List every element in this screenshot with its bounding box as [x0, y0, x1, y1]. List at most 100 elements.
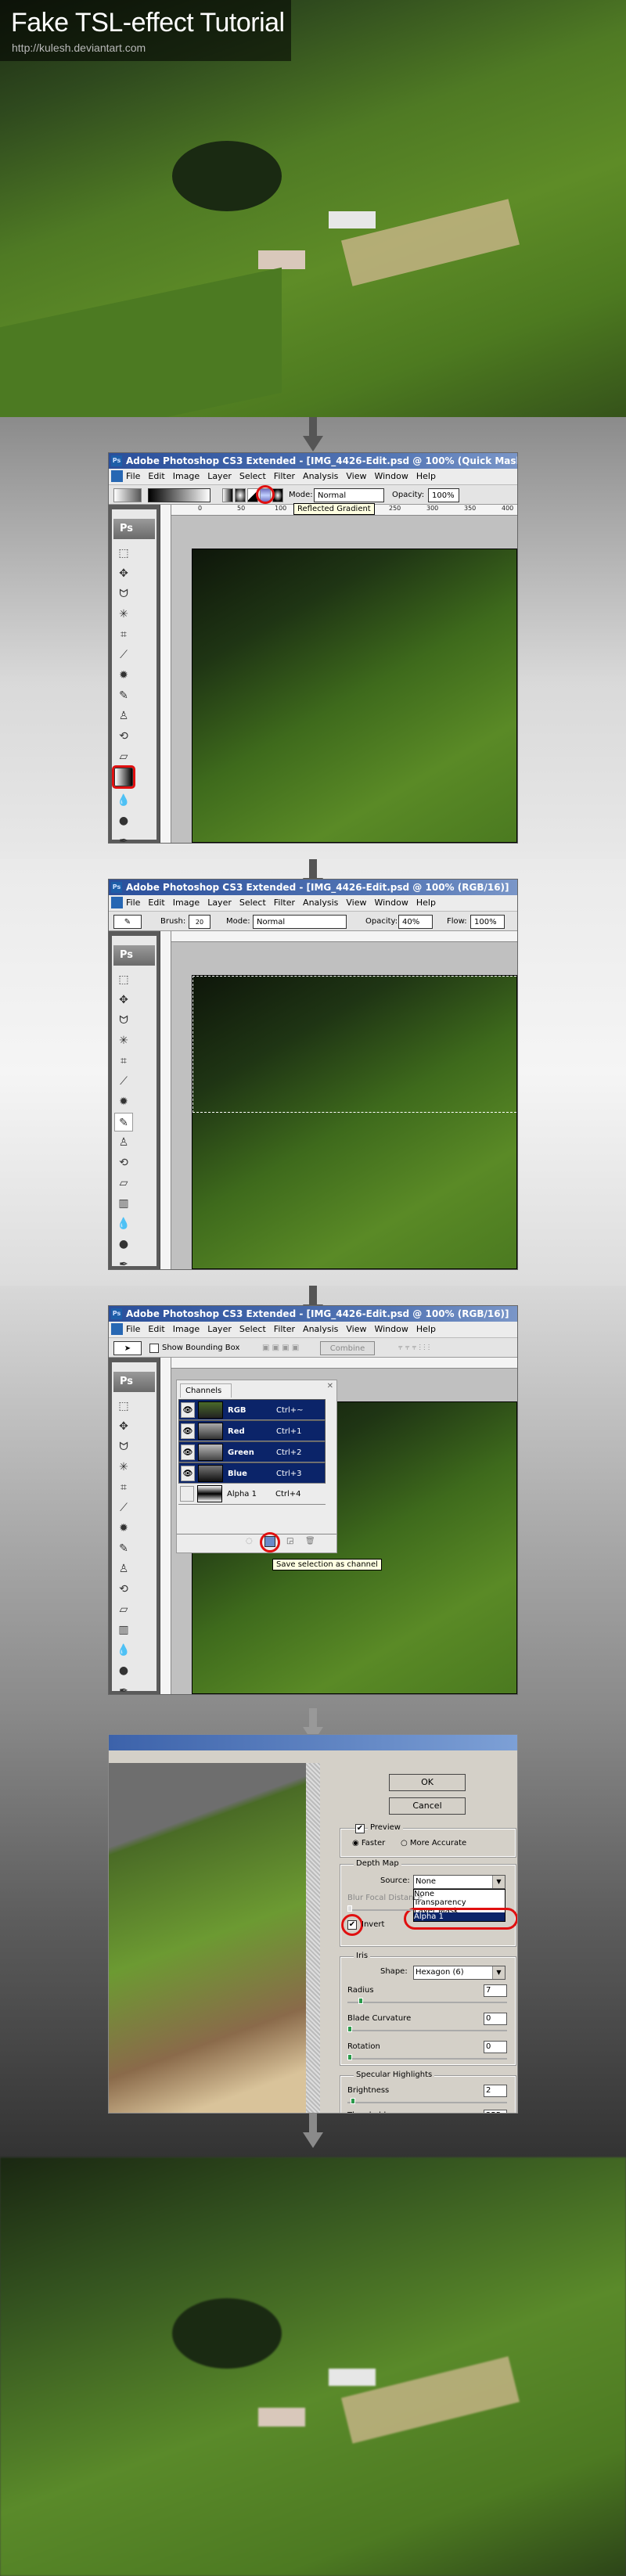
gradient-tool-preset[interactable]	[113, 488, 142, 502]
move-tool-icon[interactable]: ✥	[114, 991, 133, 1009]
menu-select[interactable]: Select	[239, 471, 266, 481]
channel-row-red[interactable]: 👁 Red Ctrl+1	[178, 1420, 326, 1441]
menu-filter[interactable]: Filter	[274, 471, 295, 481]
crop-tool-icon[interactable]: ⌗	[114, 625, 133, 644]
menu-select[interactable]: Select	[239, 898, 266, 908]
marquee-tool-icon[interactable]: ⬚	[114, 544, 133, 563]
lasso-tool-icon[interactable]: ᗢ	[114, 1437, 133, 1456]
menu-filter[interactable]: Filter	[274, 1324, 295, 1334]
crop-tool-icon[interactable]: ⌗	[114, 1478, 133, 1497]
history-brush-icon[interactable]: ⟲	[114, 1153, 133, 1172]
menu-layer[interactable]: Layer	[207, 1324, 232, 1334]
menu-file[interactable]: File	[126, 1324, 140, 1334]
menu-image[interactable]: Image	[173, 898, 200, 908]
menu-window[interactable]: Window	[374, 471, 408, 481]
eye-icon[interactable]: 👁	[181, 1466, 195, 1481]
mode-select[interactable]: Normal	[253, 915, 347, 929]
menu-analysis[interactable]: Analysis	[303, 471, 338, 481]
gradient-tool-icon[interactable]: ▥	[114, 1194, 133, 1213]
ok-button[interactable]: OK	[389, 1774, 466, 1791]
brightness-field[interactable]: 2	[484, 2085, 507, 2097]
menu-view[interactable]: View	[346, 898, 366, 908]
document-canvas[interactable]	[171, 516, 517, 843]
menu-edit[interactable]: Edit	[148, 898, 164, 908]
eye-icon[interactable]: 👁	[181, 1423, 195, 1439]
slice-tool-icon[interactable]: ⟋	[114, 1072, 133, 1091]
eraser-tool-icon[interactable]: ▱	[114, 1600, 133, 1619]
pen-tool-icon[interactable]: ✒	[114, 1255, 133, 1269]
load-selection-icon[interactable]: ◌	[246, 1537, 253, 1545]
visibility-toggle[interactable]	[180, 1486, 194, 1502]
dodge-tool-icon[interactable]: ●	[114, 1235, 133, 1254]
eye-icon[interactable]: 👁	[181, 1402, 195, 1418]
brush-tool-icon[interactable]: ✎	[114, 1539, 133, 1558]
magic-wand-icon[interactable]: ✳	[114, 1031, 133, 1050]
stamp-tool-icon[interactable]: ♙	[114, 707, 133, 725]
align-icons[interactable]: ⫧ ⫧ ⫧ ⫶ ⫶ ⫶	[398, 1341, 430, 1355]
move-tool-icon[interactable]: ✥	[114, 564, 133, 583]
opacity-field[interactable]: 100%	[428, 488, 459, 502]
more-accurate-radio[interactable]: ○ More Accurate	[401, 1839, 466, 1847]
mode-select[interactable]: Normal	[314, 488, 384, 502]
shape-select[interactable]: Hexagon (6) ▼	[413, 1966, 505, 1980]
lasso-tool-icon[interactable]: ᗢ	[114, 585, 133, 603]
dodge-tool-icon[interactable]: ●	[114, 811, 133, 830]
menu-analysis[interactable]: Analysis	[303, 1324, 338, 1334]
menu-help[interactable]: Help	[416, 471, 436, 481]
pen-tool-icon[interactable]: ✒	[114, 832, 133, 843]
linear-gradient-button[interactable]	[222, 488, 233, 502]
threshold-field[interactable]: 255	[484, 2110, 507, 2113]
history-brush-icon[interactable]: ⟲	[114, 1580, 133, 1599]
history-brush-icon[interactable]: ⟲	[114, 727, 133, 746]
brush-tool-icon[interactable]: ✎	[114, 686, 133, 705]
menu-help[interactable]: Help	[416, 898, 436, 908]
gradient-picker[interactable]	[148, 488, 210, 502]
menu-filter[interactable]: Filter	[274, 898, 295, 908]
blur-tool-icon[interactable]: 💧	[114, 1214, 133, 1233]
faster-radio[interactable]: ◉ Faster	[352, 1839, 385, 1847]
shape-mode-icons[interactable]: ▣ ▣ ▣ ▣	[262, 1341, 299, 1355]
slice-tool-icon[interactable]: ⟋	[114, 1498, 133, 1517]
menu-help[interactable]: Help	[416, 1324, 436, 1334]
menu-analysis[interactable]: Analysis	[303, 898, 338, 908]
move-tool-icon[interactable]: ✥	[114, 1417, 133, 1436]
blade-curvature-slider[interactable]	[347, 2026, 507, 2032]
preview-scrollbar[interactable]	[306, 1763, 320, 2113]
magic-wand-icon[interactable]: ✳	[114, 605, 133, 624]
magic-wand-icon[interactable]: ✳	[114, 1458, 133, 1477]
menu-layer[interactable]: Layer	[207, 898, 232, 908]
brightness-slider[interactable]	[347, 2098, 507, 2104]
flow-field[interactable]: 100%	[470, 915, 505, 929]
document-canvas[interactable]	[171, 942, 517, 1269]
dodge-tool-icon[interactable]: ●	[114, 1661, 133, 1680]
gradient-tool-icon[interactable]	[112, 765, 135, 789]
opacity-field[interactable]: 40%	[398, 915, 433, 929]
radius-slider[interactable]	[347, 1998, 507, 2004]
channels-tab[interactable]: Channels	[180, 1383, 232, 1398]
rotation-field[interactable]: 0	[484, 2041, 507, 2053]
marquee-tool-icon[interactable]: ⬚	[114, 1397, 133, 1416]
option-transparency[interactable]: Transparency	[414, 1898, 505, 1907]
brush-tool-icon[interactable]: ✎	[114, 1113, 133, 1131]
rotation-slider[interactable]	[347, 2054, 507, 2060]
channel-row-green[interactable]: 👁 Green Ctrl+2	[178, 1441, 326, 1462]
eraser-tool-icon[interactable]: ▱	[114, 747, 133, 766]
radius-field[interactable]: 7	[484, 1984, 507, 1997]
menu-view[interactable]: View	[346, 1324, 366, 1334]
menu-window[interactable]: Window	[374, 1324, 408, 1334]
blade-curvature-field[interactable]: 0	[484, 2013, 507, 2025]
healing-tool-icon[interactable]: ✹	[114, 1519, 133, 1538]
menu-file[interactable]: File	[126, 471, 140, 481]
channel-row-blue[interactable]: 👁 Blue Ctrl+3	[178, 1462, 326, 1484]
brush-size-picker[interactable]: 20	[189, 915, 210, 929]
stamp-tool-icon[interactable]: ♙	[114, 1133, 133, 1152]
menu-image[interactable]: Image	[173, 471, 200, 481]
menu-file[interactable]: File	[126, 898, 140, 908]
healing-tool-icon[interactable]: ✹	[114, 666, 133, 685]
menu-edit[interactable]: Edit	[148, 1324, 164, 1334]
option-none[interactable]: None	[414, 1890, 505, 1898]
source-select[interactable]: None ▼	[413, 1875, 505, 1889]
crop-tool-icon[interactable]: ⌗	[114, 1052, 133, 1070]
trash-icon[interactable]: 🗑	[305, 1537, 315, 1545]
lasso-tool-icon[interactable]: ᗢ	[114, 1011, 133, 1030]
